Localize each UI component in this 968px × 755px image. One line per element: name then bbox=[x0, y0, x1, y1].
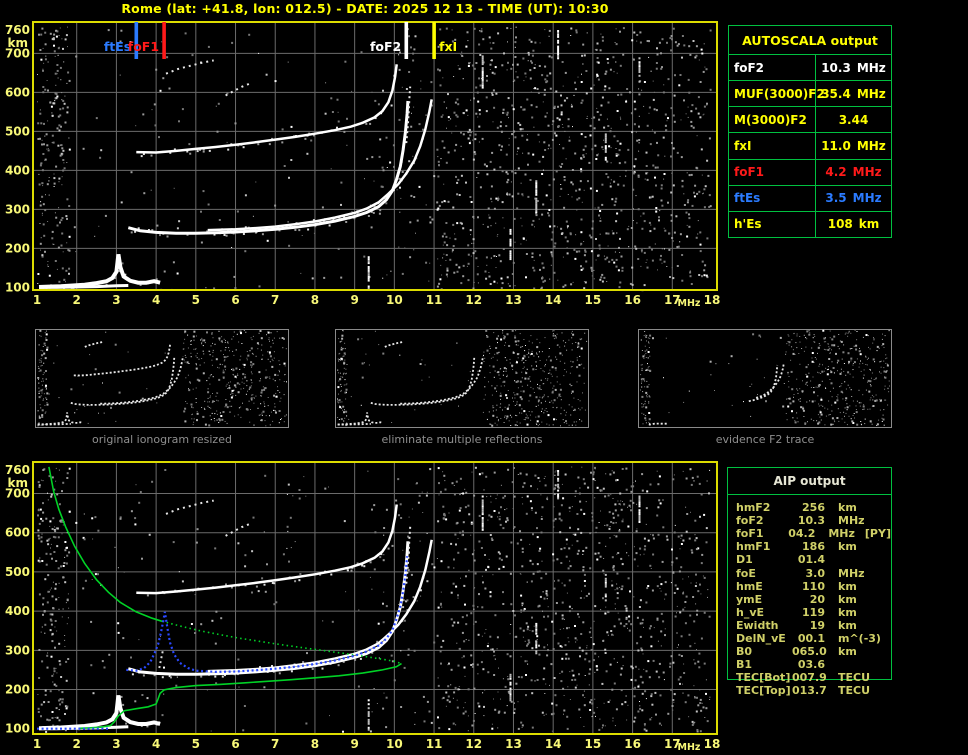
marker-label-fxI: fxI bbox=[439, 39, 457, 54]
svg-text:760: 760 bbox=[5, 23, 30, 37]
param-value: 3.5 MHz bbox=[825, 191, 882, 206]
marker-label-foF1: foF1 bbox=[128, 39, 159, 54]
aip-row-foF2: foF2 10.3 MHz bbox=[736, 514, 865, 528]
aip-row-Ewidth: Ewidth 19 km bbox=[736, 618, 857, 632]
panel-traces bbox=[337, 341, 484, 426]
autoscala-output-table: AUTOSCALA output foF2 10.3 MHz MUF(3000)F2 3… bbox=[728, 25, 892, 238]
autoscala-row-M(3000)F2: M(3000)F2 3.44 bbox=[729, 107, 891, 134]
svg-text:11: 11 bbox=[426, 293, 443, 307]
param-value: 11.0 MHz bbox=[821, 138, 886, 153]
svg-text:8: 8 bbox=[311, 293, 319, 307]
aip-table-separator bbox=[728, 494, 891, 495]
svg-text:10: 10 bbox=[386, 293, 403, 307]
param-label: ftEs bbox=[729, 185, 816, 211]
svg-text:18: 18 bbox=[704, 293, 721, 307]
svg-text:14: 14 bbox=[545, 293, 562, 307]
autoscala-table-title: AUTOSCALA output bbox=[729, 26, 891, 55]
param-label: MUF(3000)F2 bbox=[729, 81, 825, 107]
axis-labels: 760700600500400300200100km1 2 3 4 5 6 7 8 9 10 11 1… bbox=[5, 463, 720, 753]
panel-noise bbox=[37, 329, 287, 427]
svg-text:16: 16 bbox=[624, 293, 641, 307]
aip-output-table: AIP output hmF2 256 km foF2 10.3 MHz foF1 04.2 M… bbox=[727, 467, 892, 697]
autoscala-screen: Rome (lat: +41.8, lon: 012.5) - DATE: 20… bbox=[0, 0, 968, 755]
panel-noise bbox=[640, 329, 890, 426]
svg-text:400: 400 bbox=[5, 163, 30, 177]
panel-eliminate-reflections bbox=[335, 329, 589, 428]
param-label: foF1 bbox=[729, 159, 816, 185]
param-value: 10.3 MHz bbox=[821, 60, 886, 75]
aip-table-title: AIP output bbox=[773, 474, 846, 488]
grid bbox=[33, 22, 717, 290]
autoscala-row-ftEs: ftEs 3.5 MHz bbox=[729, 185, 891, 212]
svg-text:15: 15 bbox=[585, 293, 602, 307]
svg-text:km: km bbox=[8, 36, 28, 50]
top-ionogram: 760700600500400300200100km1 2 3 4 5 6 7 8 9 10 11 1… bbox=[5, 21, 720, 309]
aip-row-TEC[Top]: TEC[Top] 013.7 TECU bbox=[736, 684, 871, 698]
param-label: fxI bbox=[729, 133, 816, 159]
aip-row-B1: B1 03.6 bbox=[736, 658, 825, 672]
panel-original-ionogram bbox=[35, 329, 289, 428]
autoscala-table-rows: foF2 10.3 MHz MUF(3000)F2 35.4 MHz M(3000)F2 3.… bbox=[729, 55, 891, 237]
param-label: h'Es bbox=[729, 211, 816, 237]
svg-text:6: 6 bbox=[231, 293, 239, 307]
svg-text:100: 100 bbox=[5, 280, 30, 294]
param-label: M(3000)F2 bbox=[729, 107, 816, 133]
marker-line-foF1 bbox=[162, 22, 166, 59]
autoscala-row-fxI: fxI 11.0 MHz bbox=[729, 133, 891, 160]
svg-text:12: 12 bbox=[465, 293, 482, 307]
marker-label-foF2: foF2 bbox=[370, 39, 401, 54]
aip-row-ymE: ymE 20 km bbox=[736, 592, 857, 606]
autoscala-row-foF2: foF2 10.3 MHz bbox=[729, 55, 891, 82]
svg-text:3: 3 bbox=[112, 293, 120, 307]
aip-row-hmF1: hmF1 186 km bbox=[736, 540, 857, 554]
svg-text:9: 9 bbox=[350, 293, 358, 307]
autoscala-row-foF1: foF1 4.2 MHz bbox=[729, 159, 891, 186]
aip-row-TEC[Bot]: TEC[Bot] 007.9 TECU bbox=[736, 671, 871, 685]
param-value: 35.4 MHz bbox=[821, 86, 886, 101]
noise-speckle bbox=[37, 26, 712, 292]
aip-row-D1: D1 01.4 bbox=[736, 553, 825, 567]
bottom-ionogram: 760700600500400300200100km1 2 3 4 5 6 7 8 9 10 11 1… bbox=[5, 461, 720, 753]
marker-line-foF2 bbox=[404, 22, 409, 59]
panel-evidence-f2-trace bbox=[638, 329, 892, 428]
svg-text:600: 600 bbox=[5, 85, 30, 99]
aip-table-rows: hmF2 256 km foF2 10.3 MHz foF1 04.2 MHz [PY] hmF1 1… bbox=[736, 501, 891, 697]
autoscala-row-h'Es: h'Es 108 km bbox=[729, 211, 891, 237]
param-value: 108 km bbox=[827, 217, 880, 232]
axis-labels: 760700600500400300200100km1 2 3 4 5 6 7 8 9 10 11 1… bbox=[5, 23, 720, 309]
panel-caption-evidence: evidence F2 trace bbox=[715, 433, 815, 446]
panel-noise bbox=[337, 329, 588, 427]
plot-border bbox=[32, 461, 718, 735]
svg-text:7: 7 bbox=[271, 293, 279, 307]
param-value: 4.2 MHz bbox=[825, 165, 882, 180]
aip-row-hmE: hmE 110 km bbox=[736, 579, 857, 593]
svg-text:4: 4 bbox=[152, 293, 160, 307]
svg-text:1: 1 bbox=[33, 293, 41, 307]
aip-row-foF1: foF1 04.2 MHz [PY] bbox=[736, 527, 891, 541]
aip-row-h_vE: h_vE 119 km bbox=[736, 605, 857, 619]
svg-text:500: 500 bbox=[5, 124, 30, 138]
aip-row-B0: B0 065.0 km bbox=[736, 645, 857, 659]
svg-text:2: 2 bbox=[73, 293, 81, 307]
svg-text:5: 5 bbox=[192, 293, 200, 307]
panel-traces bbox=[648, 363, 785, 426]
autoscala-row-MUF(3000)F2: MUF(3000)F2 35.4 MHz bbox=[729, 81, 891, 108]
grid bbox=[33, 462, 717, 734]
aip-row-hmF2: hmF2 256 km bbox=[736, 501, 857, 515]
noise-speckle bbox=[37, 466, 711, 733]
param-value: 3.44 bbox=[838, 112, 869, 127]
aip-row-foE: foE 3.0 MHz bbox=[736, 566, 865, 580]
param-label: foF2 bbox=[729, 55, 816, 81]
panel-traces bbox=[37, 341, 184, 426]
plot-border bbox=[32, 21, 718, 291]
panel-caption-original: original ionogram resized bbox=[92, 433, 232, 446]
marker-line-fxI bbox=[432, 22, 436, 59]
svg-text:MHz: MHz bbox=[678, 298, 701, 309]
svg-text:300: 300 bbox=[5, 202, 30, 216]
svg-text:200: 200 bbox=[5, 241, 30, 255]
aip-row-DelN_vE: DelN_vE 00.1 m^(-3) bbox=[736, 631, 881, 645]
svg-text:13: 13 bbox=[505, 293, 522, 307]
panel-caption-eliminate: eliminate multiple reflections bbox=[381, 433, 543, 446]
